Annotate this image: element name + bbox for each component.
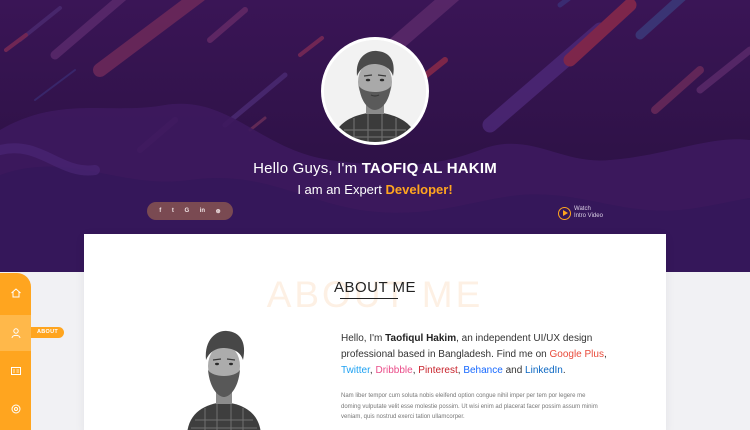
intro-hello: Hello, I'm xyxy=(341,333,383,344)
facebook-icon[interactable]: f xyxy=(159,208,161,214)
intro-name: Taofiqul Hakim xyxy=(385,333,457,344)
about-photo xyxy=(187,330,261,430)
side-navigation xyxy=(0,273,31,430)
active-nav-label: ABOUT xyxy=(31,327,65,338)
portrait-image xyxy=(324,40,426,142)
profile-avatar xyxy=(321,37,429,145)
nav-resume[interactable] xyxy=(0,355,31,387)
watch-label: Watch xyxy=(574,206,591,212)
hero-tagline: I am an Expert Developer! xyxy=(0,182,750,197)
about-title: ABOUT ME xyxy=(333,279,417,296)
about-description: Nam liber tempor cum soluta nobis eleife… xyxy=(341,393,598,420)
and-word: and xyxy=(505,365,523,376)
social-links: f t G in ⊛ xyxy=(147,202,233,220)
play-icon xyxy=(558,206,571,220)
google-plus-link[interactable]: Google Plus xyxy=(549,349,603,360)
linkedin-icon[interactable]: in xyxy=(200,208,205,214)
intro-video-label: Intro Video xyxy=(574,213,603,219)
greeting-prefix: Hello Guys, I'm xyxy=(253,160,358,177)
linkedin-link[interactable]: LinkedIn xyxy=(525,365,563,376)
hero-section: Hello Guys, I'm TAOFIQ AL HAKIM I am an … xyxy=(0,0,750,272)
settings-icon xyxy=(11,404,20,414)
twitter-icon[interactable]: t xyxy=(172,208,174,214)
pinterest-link[interactable]: Pinterest xyxy=(418,365,457,376)
hero-greeting: Hello Guys, I'm TAOFIQ AL HAKIM xyxy=(0,160,750,177)
dribbble-link[interactable]: Dribbble xyxy=(375,365,412,376)
user-icon xyxy=(11,328,20,339)
nav-home[interactable] xyxy=(0,277,31,309)
about-card: ABOUT ME ABOUT ME Hello, I'm Taofiqul Ha… xyxy=(84,234,666,430)
tagline-highlight: Developer! xyxy=(385,182,453,197)
watch-intro-video-button[interactable]: Watch Intro Video xyxy=(558,206,603,220)
twitter-link[interactable]: Twitter xyxy=(341,365,370,376)
behance-link[interactable]: Behance xyxy=(463,365,502,376)
dribbble-icon[interactable]: ⊛ xyxy=(216,208,221,215)
home-icon xyxy=(10,288,21,298)
tagline-prefix: I am an Expert xyxy=(297,182,382,197)
resume-icon xyxy=(10,367,21,375)
about-intro: Hello, I'm Taofiqul Hakim, an independen… xyxy=(341,333,607,376)
title-underline xyxy=(340,298,398,299)
hero-name: TAOFIQ AL HAKIM xyxy=(361,160,497,177)
google-icon[interactable]: G xyxy=(184,208,189,214)
nav-about[interactable] xyxy=(0,315,31,351)
nav-settings[interactable] xyxy=(0,393,31,425)
